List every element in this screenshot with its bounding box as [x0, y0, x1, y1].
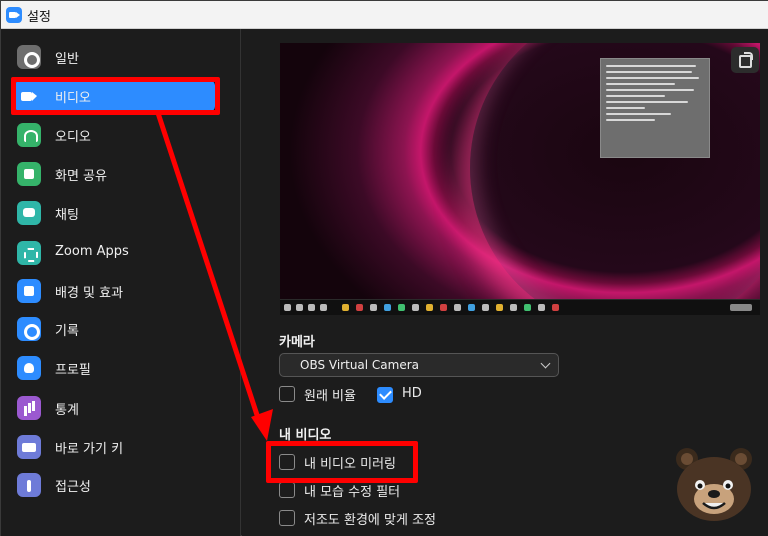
low-light-checkbox[interactable]	[279, 510, 295, 526]
preview-taskbar	[280, 299, 760, 315]
sidebar-item-label: 화면 공유	[55, 169, 107, 184]
touch-up-label: 내 모습 수정 필터	[304, 485, 401, 500]
camera-heading: 카메라	[279, 335, 315, 350]
gear-icon	[17, 45, 41, 69]
record-icon	[17, 317, 41, 341]
camera-preview	[280, 43, 760, 315]
sidebar-item-share-screen[interactable]: 화면 공유	[15, 158, 215, 190]
profile-icon	[17, 356, 41, 380]
sidebar-item-general[interactable]: 일반	[15, 41, 215, 73]
sidebar-item-label: 통계	[55, 403, 79, 418]
sidebar-item-zoom-apps[interactable]: Zoom Apps	[15, 237, 215, 269]
highlight-video-tab	[11, 77, 220, 115]
sidebar-item-label: 기록	[55, 324, 79, 339]
apps-icon	[17, 241, 41, 265]
zoom-app-icon	[6, 7, 22, 23]
share-screen-icon	[17, 162, 41, 186]
sidebar-item-audio[interactable]: 오디오	[15, 119, 215, 151]
highlight-mirror-option	[266, 441, 418, 483]
sidebar-item-shortcuts[interactable]: 바로 가기 키	[15, 431, 215, 463]
chat-bubble-icon	[17, 201, 41, 225]
chevron-down-icon	[540, 358, 551, 369]
sidebar-item-label: 바로 가기 키	[55, 442, 124, 457]
sidebar-item-background-effects[interactable]: 배경 및 효과	[15, 275, 215, 307]
camera-select-value: OBS Virtual Camera	[300, 358, 420, 372]
camera-select[interactable]: OBS Virtual Camera	[279, 353, 559, 377]
sidebar-item-label: 오디오	[55, 130, 91, 145]
original-ratio-label: 원래 비율	[304, 389, 356, 404]
sidebar-item-label: 프로필	[55, 363, 91, 378]
sidebar-item-accessibility[interactable]: 접근성	[15, 469, 215, 501]
rotate-video-button[interactable]	[731, 47, 759, 73]
touch-up-checkbox[interactable]	[279, 482, 295, 498]
bar-chart-icon	[17, 396, 41, 420]
title-bar: 설정	[1, 1, 768, 29]
sidebar-item-label: 배경 및 효과	[55, 286, 124, 301]
settings-window: 설정 일반 비디오 오디오 화면 공유 채팅 Zoom Apps 배경 및 효과…	[0, 0, 768, 536]
sidebar-item-label: 일반	[55, 52, 79, 67]
preview-document-window	[600, 58, 710, 158]
sidebar-item-label: Zoom Apps	[55, 244, 129, 259]
low-light-label: 저조도 환경에 맞게 조정	[304, 513, 436, 528]
original-ratio-checkbox[interactable]	[279, 386, 295, 402]
hd-checkbox[interactable]	[377, 387, 393, 403]
background-person-icon	[17, 279, 41, 303]
accessibility-icon	[17, 473, 41, 497]
bear-mascot-watermark	[676, 448, 752, 521]
headphones-icon	[17, 123, 41, 147]
sidebar-item-chat[interactable]: 채팅	[15, 197, 215, 229]
sidebar-item-profile[interactable]: 프로필	[15, 352, 215, 384]
keyboard-icon	[17, 435, 41, 459]
sidebar-item-recording[interactable]: 기록	[15, 313, 215, 345]
sidebar-item-label: 채팅	[55, 208, 79, 223]
hd-label: HD	[402, 386, 422, 401]
window-title: 설정	[27, 10, 51, 25]
sidebar-item-statistics[interactable]: 통계	[15, 392, 215, 424]
sidebar-item-label: 접근성	[55, 480, 91, 495]
